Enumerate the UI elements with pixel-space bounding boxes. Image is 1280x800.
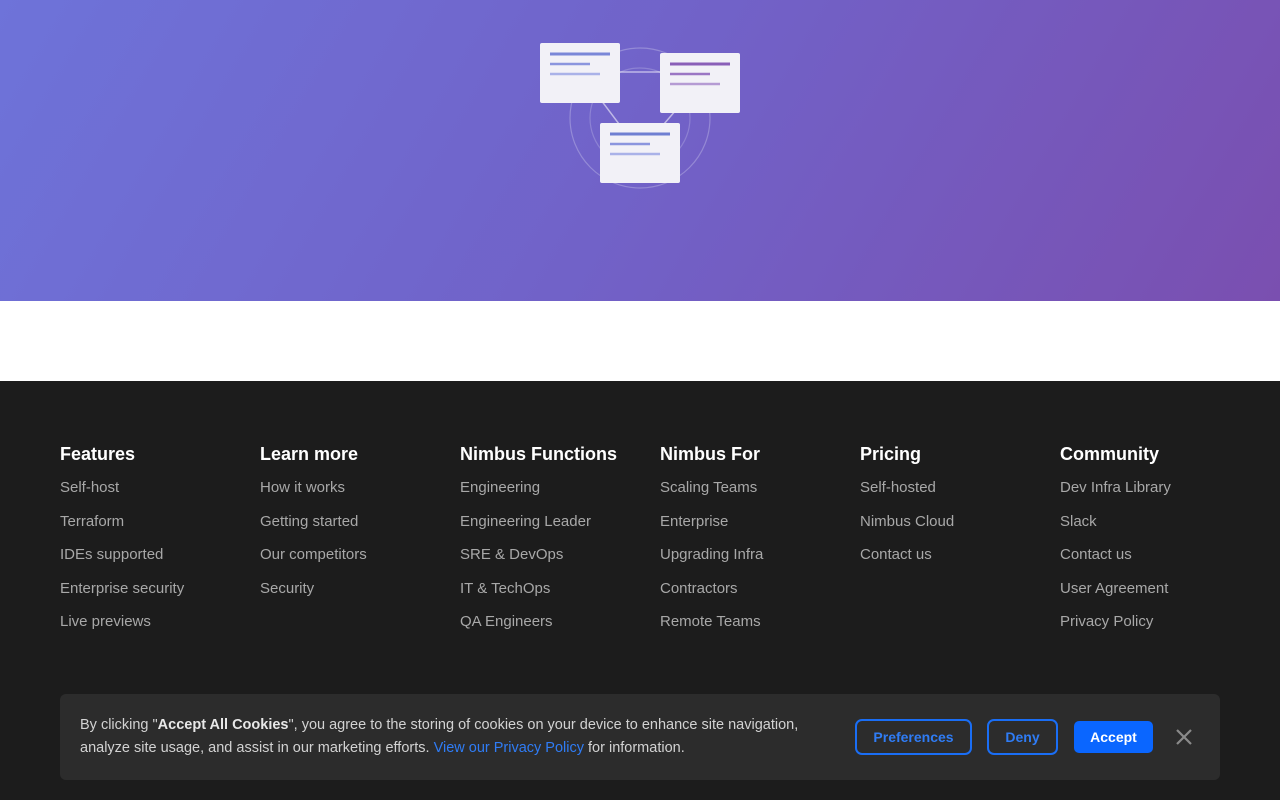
footer-column-nimbus-for: Nimbus For Scaling Teams Enterprise Upgr…: [660, 443, 860, 647]
footer-column-features: Features Self-host Terraform IDEs suppor…: [60, 443, 260, 647]
accept-button[interactable]: Accept: [1074, 721, 1153, 753]
hero-banner: [0, 0, 1280, 301]
footer-link[interactable]: Live previews: [60, 613, 260, 631]
footer-link[interactable]: SRE & DevOps: [460, 546, 660, 564]
footer-link[interactable]: Remote Teams: [660, 613, 860, 631]
footer-link[interactable]: Self-hosted: [860, 479, 1060, 497]
connected-cards-illustration: [540, 43, 740, 189]
footer-link[interactable]: Engineering: [460, 479, 660, 497]
deny-button[interactable]: Deny: [987, 719, 1058, 755]
footer-link[interactable]: Upgrading Infra: [660, 546, 860, 564]
footer-link[interactable]: Security: [260, 580, 460, 598]
close-icon[interactable]: [1172, 725, 1196, 749]
footer-link[interactable]: User Agreement: [1060, 580, 1260, 598]
footer-link[interactable]: Engineering Leader: [460, 513, 660, 531]
cookie-message: By clicking "Accept All Cookies", you ag…: [80, 714, 820, 760]
footer-link[interactable]: QA Engineers: [460, 613, 660, 631]
footer-heading: Features: [60, 444, 136, 464]
footer-link[interactable]: IDEs supported: [60, 546, 260, 564]
preferences-button[interactable]: Preferences: [855, 719, 972, 755]
footer-heading: Pricing: [860, 444, 922, 464]
footer-heading: Nimbus For: [660, 444, 761, 464]
cookie-text-part: By clicking ": [80, 717, 158, 733]
close-icon-glyph: [1176, 729, 1192, 745]
footer-heading: Learn more: [260, 444, 359, 464]
footer-heading: Community: [1060, 444, 1159, 464]
footer-link[interactable]: Contact us: [860, 546, 1060, 564]
footer-link[interactable]: Scaling Teams: [660, 479, 860, 497]
footer-column-pricing: Pricing Self-hosted Nimbus Cloud Contact…: [860, 443, 1060, 580]
footer-link[interactable]: IT & TechOps: [460, 580, 660, 598]
cookie-banner: By clicking "Accept All Cookies", you ag…: [60, 694, 1220, 780]
footer-link[interactable]: How it works: [260, 479, 460, 497]
footer-link[interactable]: Dev Infra Library: [1060, 479, 1260, 497]
footer-link[interactable]: Enterprise security: [60, 580, 260, 598]
footer-column-learn-more: Learn more How it works Getting started …: [260, 443, 460, 613]
footer-link[interactable]: Privacy Policy: [1060, 613, 1260, 631]
cookie-text-emphasis: Accept All Cookies: [157, 717, 289, 733]
footer-link[interactable]: Contact us: [1060, 546, 1260, 564]
privacy-policy-link[interactable]: View our Privacy Policy: [434, 740, 584, 756]
footer-link[interactable]: Terraform: [60, 513, 260, 531]
footer-column-community: Community Dev Infra Library Slack Contac…: [1060, 443, 1260, 647]
cookie-text-part: for information.: [584, 740, 685, 756]
footer-heading: Nimbus Functions: [460, 444, 617, 464]
footer-link[interactable]: Contractors: [660, 580, 860, 598]
footer-link[interactable]: Slack: [1060, 513, 1260, 531]
footer-link[interactable]: Our competitors: [260, 546, 460, 564]
footer-link[interactable]: Nimbus Cloud: [860, 513, 1060, 531]
white-spacer: [0, 301, 1280, 381]
footer-link[interactable]: Enterprise: [660, 513, 860, 531]
footer-column-functions: Nimbus Functions Engineering Engineering…: [460, 443, 660, 647]
footer-link[interactable]: Self-host: [60, 479, 260, 497]
footer-link[interactable]: Getting started: [260, 513, 460, 531]
